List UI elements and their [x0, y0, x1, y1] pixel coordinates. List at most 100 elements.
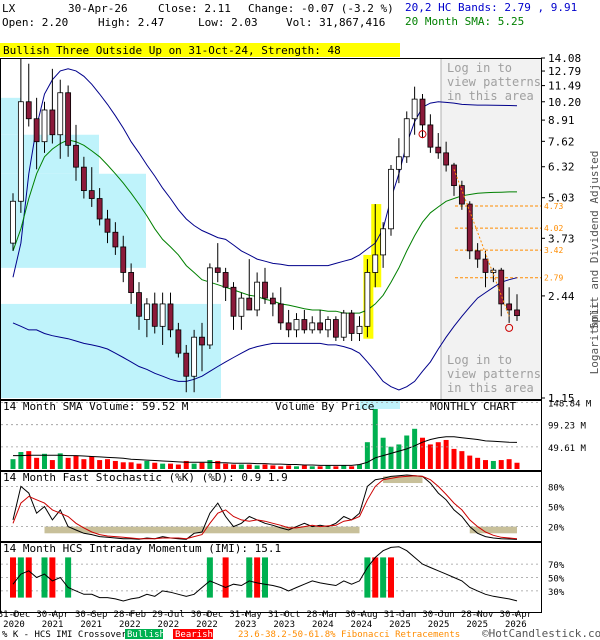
candle-body: [372, 254, 379, 273]
candle-body: [356, 325, 363, 334]
volume-bar: [112, 460, 118, 469]
volume-bar: [301, 465, 307, 469]
volume-bar: [475, 457, 481, 469]
open-label: Open: 2.20: [2, 16, 68, 29]
candle-body: [191, 336, 198, 377]
watermark-top-line3: in this area: [447, 89, 534, 103]
candle-body: [325, 319, 331, 331]
price-tick-label: 14.08: [548, 52, 581, 65]
volume-sma-line: [13, 436, 518, 466]
volume-bar: [278, 466, 284, 469]
candle-body: [246, 297, 253, 311]
candle-body: [254, 281, 261, 311]
candle-body: [490, 269, 497, 273]
volume-bar: [207, 460, 213, 469]
stock-chart: LX 30-Apr-26 Close: 2.11 Change: -0.07 (…: [0, 1, 600, 640]
x-tick-label: 29-Jul: [152, 610, 185, 620]
candle-body: [167, 303, 174, 331]
imi-bullish-marker: [246, 557, 253, 598]
x-tick-label: 30-Apr: [36, 610, 69, 620]
imi-tick-label: 50%: [548, 575, 565, 585]
volume-bar: [317, 466, 323, 469]
candle-body: [514, 309, 520, 317]
volume-bar: [483, 460, 488, 469]
candle-body: [88, 190, 95, 199]
x-tick-year: 2022: [119, 620, 141, 630]
candle-body: [380, 228, 387, 256]
x-tick-label: 30-Dec: [191, 610, 224, 620]
watermark-bottom-line2: view patterns: [447, 367, 541, 381]
candle-body: [388, 168, 394, 230]
volume-bar: [451, 448, 457, 469]
footer-legend-text: % K - HCS IMI Crossover:: [2, 630, 132, 640]
pattern-area-shade: [441, 59, 541, 399]
price-tick-label: 6.32: [548, 161, 575, 174]
fib-legend-text: 23.6-38.2-50-61.8% Fibonacci Retracement…: [238, 630, 460, 640]
x-tick-year: 2025: [428, 620, 450, 630]
volume-bar: [333, 466, 339, 469]
volume-panel-title: 14 Month SMA Volume: 59.52 M: [3, 400, 189, 413]
x-tick-label: 30-Apr: [500, 610, 533, 620]
volume-bar: [81, 459, 87, 469]
price-tick-label: 2.44: [548, 290, 575, 303]
volume-bar: [152, 462, 158, 469]
volume-bar: [294, 466, 299, 469]
imi-bullish-marker: [65, 557, 72, 598]
volume-bar: [26, 451, 32, 469]
candle-body: [498, 269, 505, 305]
price-tick-label: 3.73: [548, 232, 575, 245]
stoch-tick-label: 50%: [548, 504, 565, 514]
stoch-tick-label: 80%: [548, 483, 565, 493]
low-label: Low: 2.03: [198, 16, 258, 29]
imi-bullish-marker: [380, 557, 387, 598]
candle-body: [128, 272, 135, 294]
imi-bullish-marker: [41, 557, 48, 598]
candle-body: [80, 166, 87, 192]
candle-body: [41, 109, 48, 143]
candle-body: [159, 303, 166, 327]
candle-body: [309, 322, 316, 331]
candle-body: [317, 322, 324, 331]
price-tick-label: 10.20: [548, 96, 581, 109]
candle-body: [120, 246, 127, 273]
volume-bar: [136, 463, 142, 469]
x-tick-label: 31-May: [229, 610, 262, 620]
volume-bar: [325, 465, 331, 469]
candle-body: [403, 118, 410, 158]
volume-bar: [191, 463, 197, 469]
volume-bar: [435, 442, 441, 469]
volume-bar: [89, 456, 95, 469]
x-tick-label: 30-Sep: [75, 610, 108, 620]
volume-bar: [357, 464, 362, 469]
candle-body: [419, 98, 426, 126]
imi-bearish-marker: [10, 557, 16, 598]
imi-bullish-marker: [262, 557, 268, 598]
candle-body: [230, 286, 237, 317]
price-tick-label: 12.79: [548, 65, 581, 78]
volume-bar: [498, 460, 504, 469]
imi-bearish-marker: [49, 557, 56, 598]
volume-bar: [364, 442, 370, 469]
sma-label: 20 Month SMA: 5.25: [405, 15, 524, 28]
candle-body: [238, 297, 245, 317]
candle-body: [112, 231, 119, 248]
volume-bar: [286, 465, 292, 469]
x-tick-label: 30-Jun: [422, 610, 455, 620]
candle-body: [136, 292, 142, 317]
stoch-tick-label: 20%: [548, 524, 565, 534]
price-tick-label: 1.15: [548, 392, 575, 405]
change-label: Change: -0.07 (-3.2 %): [248, 2, 394, 15]
candle-body: [17, 101, 24, 202]
candle-body: [206, 267, 213, 346]
volume-bar: [254, 465, 260, 469]
imi-bearish-marker: [25, 557, 32, 598]
candle-body: [10, 200, 16, 244]
candle-body: [435, 146, 442, 154]
volume-bar: [120, 462, 126, 469]
volume-bar: [490, 460, 496, 469]
x-tick-year: 2022: [196, 620, 218, 630]
symbol-label: LX: [2, 2, 16, 15]
volume-bar: [459, 451, 465, 469]
imi-bearish-marker: [222, 557, 229, 598]
volume-bar: [467, 455, 473, 469]
